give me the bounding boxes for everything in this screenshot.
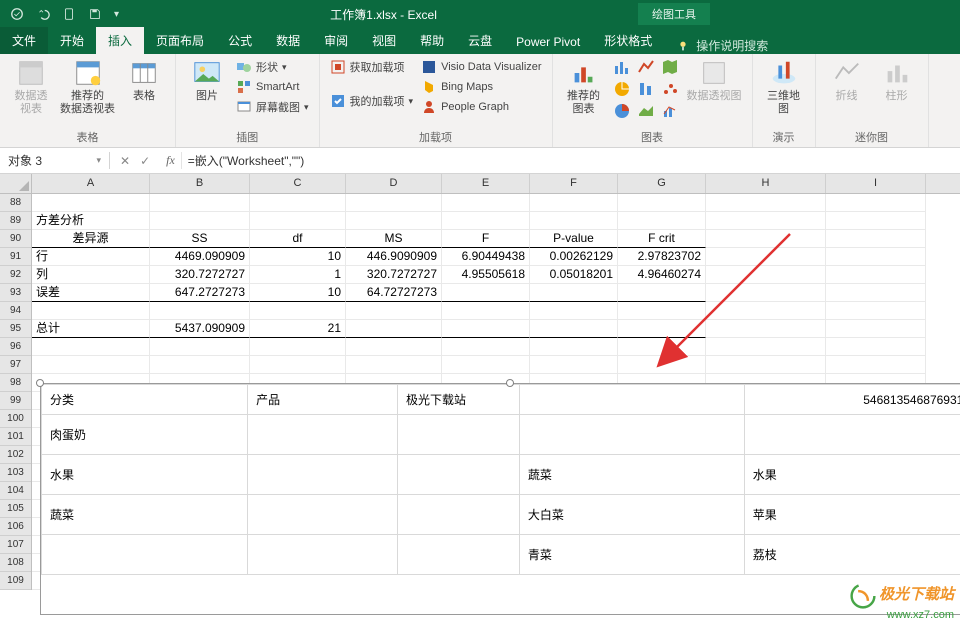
tab-shape-format[interactable]: 形状格式 xyxy=(592,27,664,54)
tab-insert[interactable]: 插入 xyxy=(96,27,144,54)
save-icon[interactable] xyxy=(88,7,102,21)
column-headers[interactable]: ABCDEFGHI xyxy=(32,174,960,194)
group-charts: 推荐的 图表 数据透视图 图表 xyxy=(553,54,753,147)
fx-icon[interactable]: fx xyxy=(160,153,181,168)
screenshot-button[interactable]: 屏幕截图 ▾ xyxy=(236,98,309,116)
chart-hier-icon[interactable] xyxy=(613,80,631,98)
recommended-pivot-button[interactable]: 推荐的 数据透视表 xyxy=(60,58,115,116)
sparkline-column-button: 柱形 xyxy=(876,58,918,103)
window-titlebar: ▾ 工作簿1.xlsx - Excel 绘图工具 xyxy=(0,0,960,28)
enter-formula-icon[interactable]: ✓ xyxy=(140,154,150,168)
chart-bar2d-icon[interactable] xyxy=(613,58,631,76)
ribbon: 数据透 视表 推荐的 数据透视表 表格 表格 图片 形状 ▾ SmartArt … xyxy=(0,54,960,148)
tab-formulas[interactable]: 公式 xyxy=(216,27,264,54)
get-addins-button[interactable]: 获取加载项 xyxy=(330,58,414,76)
undo-icon[interactable] xyxy=(36,7,50,21)
resize-handle-tm[interactable] xyxy=(506,379,514,387)
formula-input[interactable]: =嵌入("Worksheet","") xyxy=(181,152,960,169)
chart-pie-icon[interactable] xyxy=(613,102,631,120)
group-tables: 数据透 视表 推荐的 数据透视表 表格 表格 xyxy=(0,54,176,147)
tab-home[interactable]: 开始 xyxy=(48,27,96,54)
worksheet-grid[interactable]: ABCDEFGHI 888990919293949596979899100101… xyxy=(0,174,960,626)
chart-combo-icon[interactable] xyxy=(661,102,679,120)
chart-map-icon[interactable] xyxy=(661,58,679,76)
my-addins-button[interactable]: 我的加载项 ▾ xyxy=(330,92,414,110)
group-tours: 三维地 图 演示 xyxy=(753,54,816,147)
group-label-illus: 插图 xyxy=(186,127,309,145)
pivot-chart-button: 数据透视图 xyxy=(687,58,742,103)
tab-review[interactable]: 审阅 xyxy=(312,27,360,54)
tab-powerpivot[interactable]: Power Pivot xyxy=(504,30,592,54)
pivot-table-button: 数据透 视表 xyxy=(10,58,52,116)
chart-surface-icon[interactable] xyxy=(637,102,655,120)
bing-maps-button[interactable]: Bing Maps xyxy=(421,78,541,96)
watermark-logo: 极光下载站www.xz7.com xyxy=(850,583,954,622)
shapes-button[interactable]: 形状 ▾ xyxy=(236,58,309,76)
group-label-spark: 迷你图 xyxy=(826,127,918,145)
recommended-charts-button[interactable]: 推荐的 图表 xyxy=(563,58,605,116)
name-box[interactable]: 对象 3▾ xyxy=(0,152,110,169)
group-addins: 获取加载项 我的加载项 ▾ Visio Data Visualizer Bing… xyxy=(320,54,553,147)
tell-me-label: 操作说明搜索 xyxy=(696,37,768,54)
table-button[interactable]: 表格 xyxy=(123,58,165,103)
tab-file[interactable]: 文件 xyxy=(0,27,48,54)
3d-map-button[interactable]: 三维地 图 xyxy=(763,58,805,116)
tell-me-search[interactable]: 操作说明搜索 xyxy=(664,37,780,54)
formula-bar: 对象 3▾ ✕ ✓ fx =嵌入("Worksheet","") xyxy=(0,148,960,174)
contextual-tab-label: 绘图工具 xyxy=(638,3,710,25)
tab-data[interactable]: 数据 xyxy=(264,27,312,54)
embedded-worksheet-object[interactable]: 分类产品极光下载站5468135468769310肉蛋奶水果蔬菜水果蔬菜大白菜苹… xyxy=(40,383,960,615)
tab-cloud[interactable]: 云盘 xyxy=(456,27,504,54)
select-all-corner[interactable] xyxy=(0,174,32,194)
visio-visualizer-button[interactable]: Visio Data Visualizer xyxy=(421,58,541,76)
embedded-table: 分类产品极光下载站5468135468769310肉蛋奶水果蔬菜水果蔬菜大白菜苹… xyxy=(41,384,960,575)
chart-stat-icon[interactable] xyxy=(637,80,655,98)
touch-icon[interactable] xyxy=(62,7,76,21)
autosave-icon[interactable] xyxy=(10,7,24,21)
tab-help[interactable]: 帮助 xyxy=(408,27,456,54)
ribbon-tabs: 文件 开始 插入 页面布局 公式 数据 审阅 视图 帮助 云盘 Power Pi… xyxy=(0,28,960,54)
chart-scatter-icon[interactable] xyxy=(661,80,679,98)
group-label-charts: 图表 xyxy=(563,127,742,145)
group-label-tour: 演示 xyxy=(763,127,805,145)
sparkline-line-button: 折线 xyxy=(826,58,868,103)
group-sparklines: 折线 柱形 迷你图 xyxy=(816,54,929,147)
chart-line-icon[interactable] xyxy=(637,58,655,76)
smartart-button[interactable]: SmartArt xyxy=(236,78,309,96)
group-label-addins: 加载项 xyxy=(330,127,542,145)
resize-handle-tl[interactable] xyxy=(36,379,44,387)
pictures-button[interactable]: 图片 xyxy=(186,58,228,103)
tab-view[interactable]: 视图 xyxy=(360,27,408,54)
quick-access-toolbar: ▾ xyxy=(0,7,129,21)
tab-layout[interactable]: 页面布局 xyxy=(144,27,216,54)
people-graph-button[interactable]: People Graph xyxy=(421,98,541,116)
qat-more-icon[interactable]: ▾ xyxy=(114,9,119,20)
group-illustrations: 图片 形状 ▾ SmartArt 屏幕截图 ▾ 插图 xyxy=(176,54,320,147)
cancel-formula-icon[interactable]: ✕ xyxy=(120,154,130,168)
row-headers[interactable]: 8889909192939495969798991001011021031041… xyxy=(0,194,32,590)
window-title: 工作簿1.xlsx - Excel xyxy=(129,6,638,23)
group-label-tables: 表格 xyxy=(10,127,165,145)
